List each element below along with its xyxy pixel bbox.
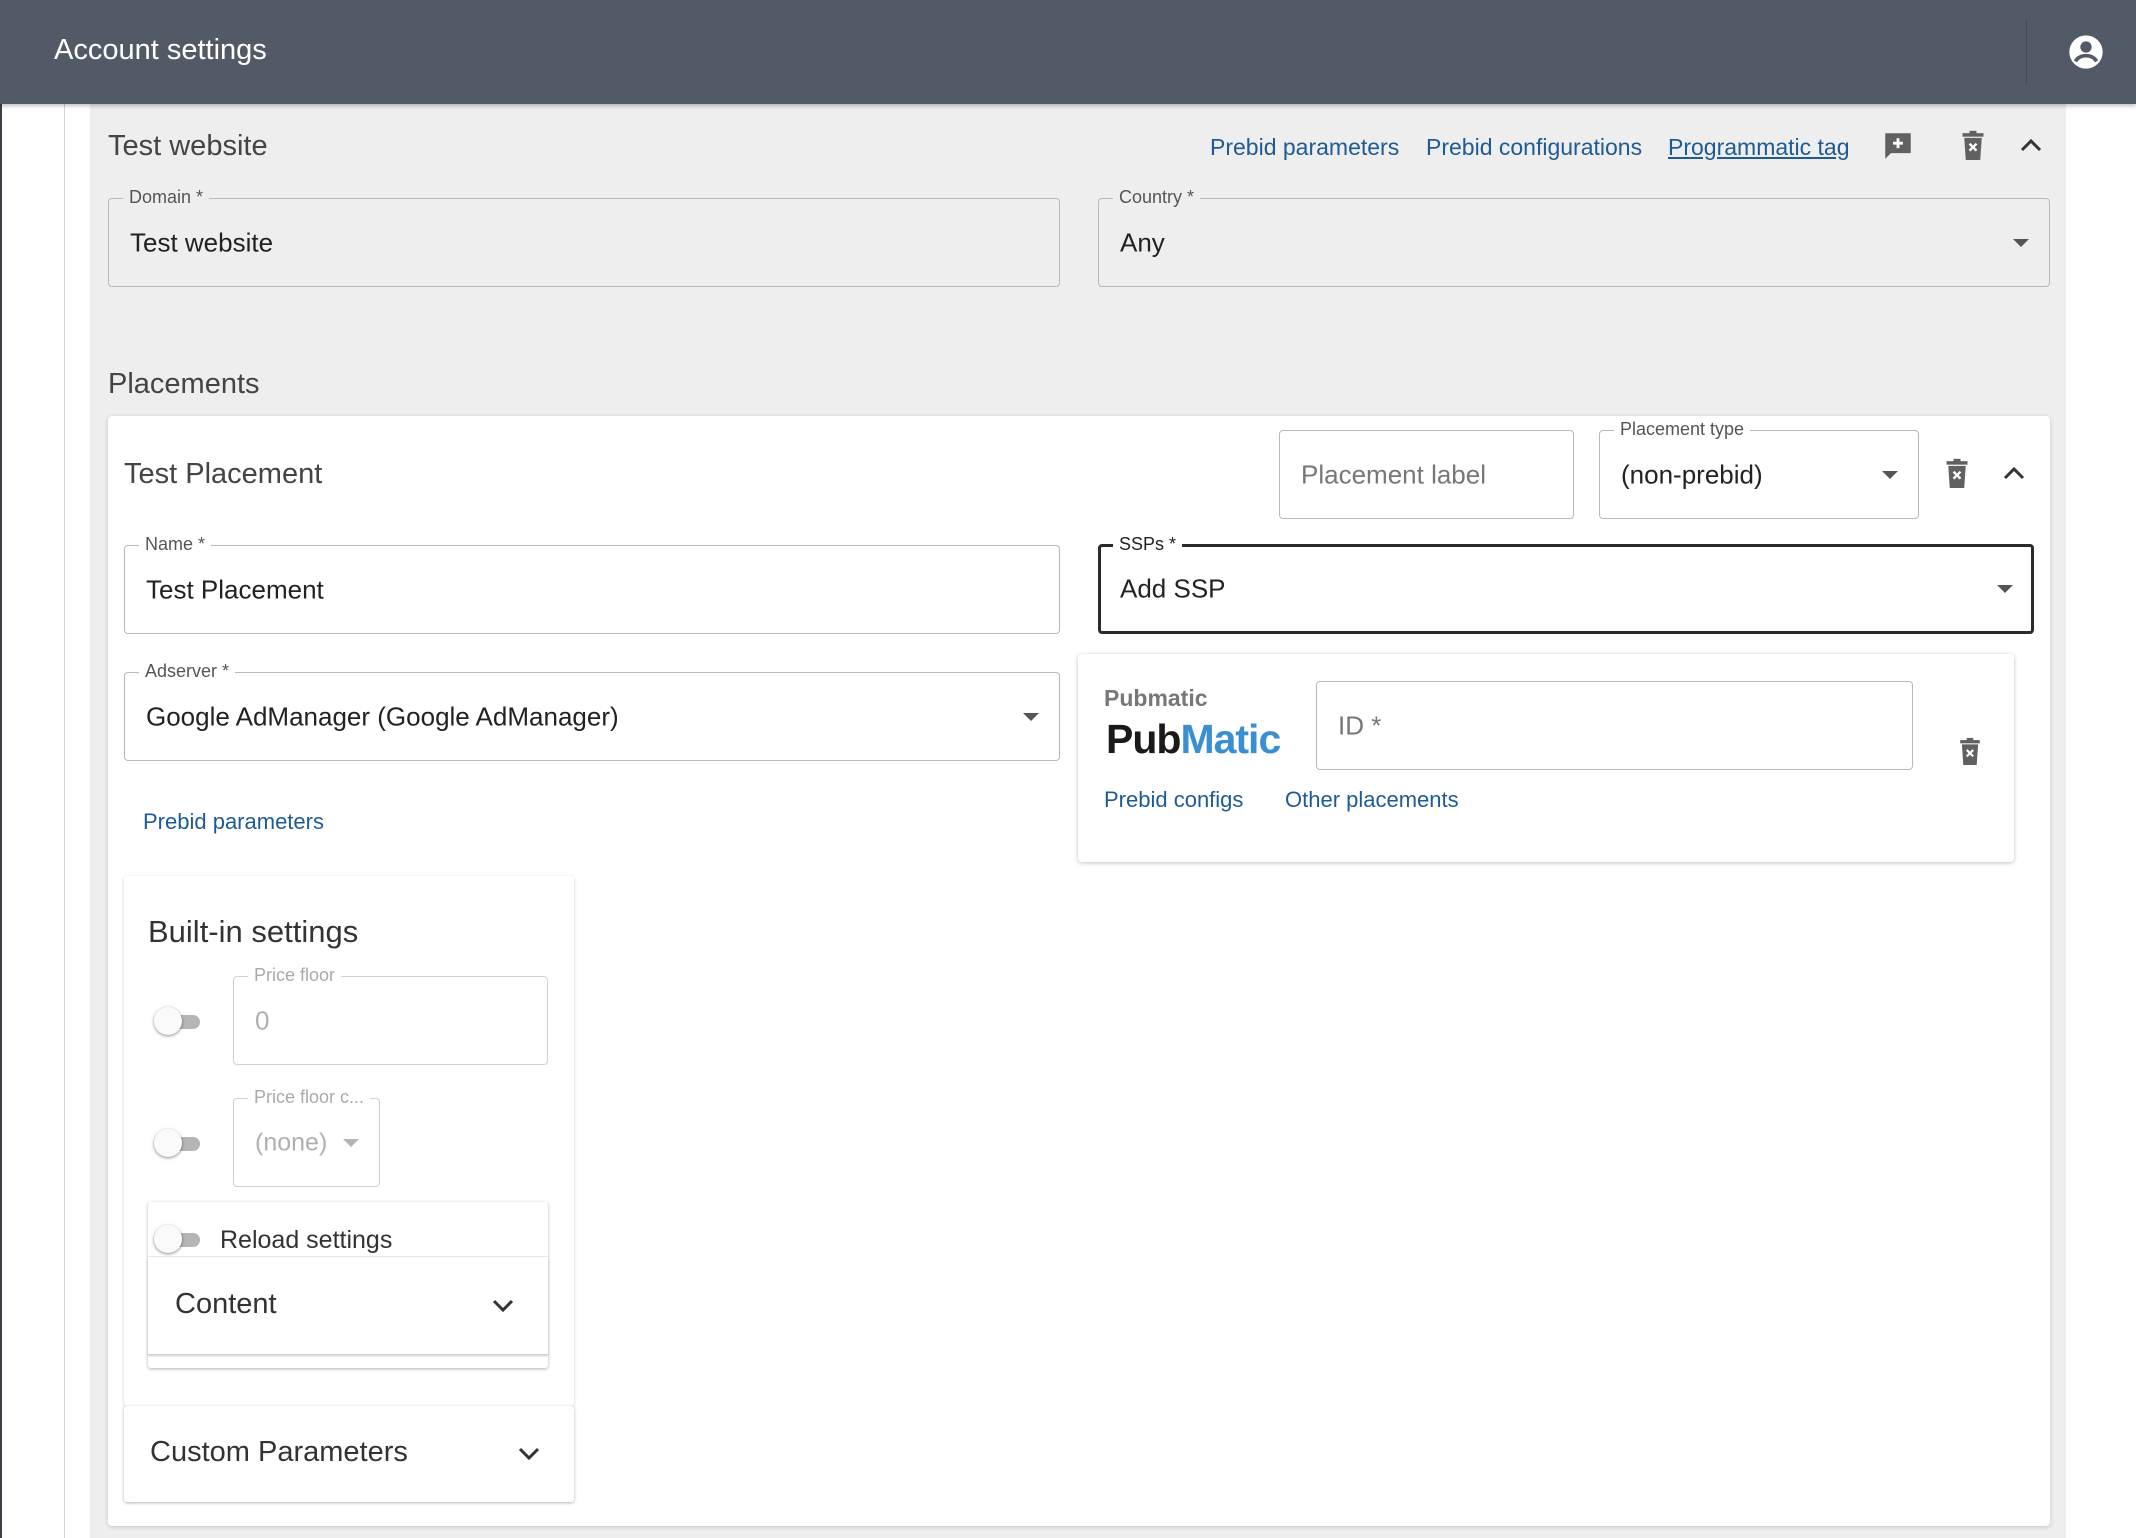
adserver-label: Adserver * xyxy=(139,660,236,682)
domain-value: Test website xyxy=(130,227,274,257)
placement-type-value: (non-prebid) xyxy=(1621,459,1763,489)
account-circle-icon[interactable] xyxy=(2066,32,2106,72)
country-value: Any xyxy=(1120,227,1165,257)
placements-section-title: Placements xyxy=(108,368,260,400)
prebid-configs-link[interactable]: Prebid configs xyxy=(1104,787,1243,813)
adserver-value: Google AdManager (Google AdManager) xyxy=(146,701,619,731)
builtin-settings-title: Built-in settings xyxy=(148,914,359,949)
country-label: Country * xyxy=(1113,186,1201,208)
ssp-id-input[interactable]: ID * xyxy=(1316,681,1913,770)
delete-ssp-icon[interactable] xyxy=(1955,734,1985,770)
content-left-rule xyxy=(64,104,65,1538)
chevron-down-icon[interactable] xyxy=(518,1447,540,1461)
price-floor-label: Price floor xyxy=(248,964,342,986)
programmatic-tag-link[interactable]: Programmatic tag xyxy=(1668,134,1850,161)
ssps-label: SSPs * xyxy=(1113,533,1183,555)
domain-field[interactable]: Domain * Test website xyxy=(108,186,1060,287)
ssps-value: Add SSP xyxy=(1120,573,1226,604)
prebid-parameters-link[interactable]: Prebid parameters xyxy=(1210,134,1399,161)
website-title: Test website xyxy=(108,130,268,162)
caret-down-icon xyxy=(1997,585,2013,593)
chevron-down-icon[interactable] xyxy=(492,1299,514,1313)
delete-placement-icon[interactable] xyxy=(1942,456,1972,492)
placement-label-input[interactable]: Placement label xyxy=(1279,430,1574,519)
reload-settings-label: Reload settings xyxy=(220,1226,393,1254)
reload-divider xyxy=(148,1256,548,1257)
content-expander-label: Content xyxy=(175,1288,277,1320)
price-floor-currency-toggle[interactable] xyxy=(154,1129,202,1157)
price-floor-currency-label: Price floor c... xyxy=(248,1086,371,1108)
other-placements-link[interactable]: Other placements xyxy=(1285,787,1459,813)
placement-type-select[interactable]: Placement type (non-prebid) xyxy=(1599,418,1919,519)
header-divider xyxy=(2026,20,2027,84)
collapse-placement-icon[interactable] xyxy=(1999,458,2029,488)
caret-down-icon xyxy=(343,1138,359,1147)
caret-down-icon xyxy=(1023,712,1039,721)
ssps-select[interactable]: SSPs * Add SSP xyxy=(1098,533,2034,634)
name-value: Test Placement xyxy=(146,574,324,604)
country-select[interactable]: Country * Any xyxy=(1098,186,2050,287)
caret-down-icon xyxy=(1882,470,1898,479)
placement-title: Test Placement xyxy=(124,458,323,490)
placement-name-field[interactable]: Name * Test Placement xyxy=(124,533,1060,634)
price-floor-input[interactable]: Price floor 0 xyxy=(233,964,548,1065)
price-floor-toggle[interactable] xyxy=(154,1007,202,1035)
sidebar-edge xyxy=(0,104,2,1538)
placement-prebid-parameters-link[interactable]: Prebid parameters xyxy=(143,809,324,835)
placement-label-placeholder: Placement label xyxy=(1301,459,1486,489)
placement-type-label: Placement type xyxy=(1614,418,1751,440)
page-title: Account settings xyxy=(54,34,267,66)
price-floor-currency-select[interactable]: Price floor c... (none) xyxy=(233,1086,380,1187)
adserver-select[interactable]: Adserver * Google AdManager (Google AdMa… xyxy=(124,660,1060,761)
reload-settings-toggle[interactable] xyxy=(154,1225,202,1253)
ssp-id-placeholder: ID * xyxy=(1338,710,1382,740)
app-header: Account settings xyxy=(0,0,2136,104)
name-label: Name * xyxy=(139,533,212,555)
delete-icon[interactable] xyxy=(1956,128,1990,164)
caret-down-icon xyxy=(2013,238,2029,247)
chevron-up-icon[interactable] xyxy=(2016,130,2046,160)
domain-label: Domain * xyxy=(123,186,210,208)
pubmatic-logo: PubMatic xyxy=(1106,716,1281,762)
price-floor-currency-value: (none) xyxy=(255,1128,328,1156)
add-comment-icon[interactable] xyxy=(1880,128,1916,164)
ssp-name: Pubmatic xyxy=(1104,685,1208,711)
custom-parameters-label: Custom Parameters xyxy=(150,1436,408,1468)
prebid-configurations-link[interactable]: Prebid configurations xyxy=(1426,134,1642,161)
price-floor-value: 0 xyxy=(255,1005,270,1035)
